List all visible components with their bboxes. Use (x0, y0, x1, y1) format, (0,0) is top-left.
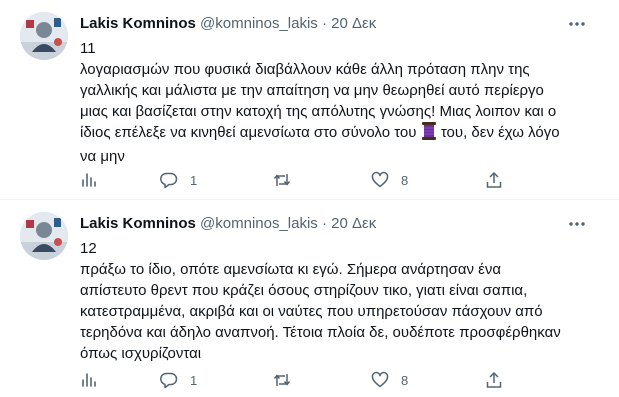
reply-count: 1 (190, 172, 198, 188)
tweet-text-line: ίδιος επέλεξε να κινηθεί αμενσίωτα στο σ… (80, 122, 580, 146)
tweet-text: 11 λογαριασμών που φυσικά διαβάλλουν κάθ… (80, 38, 580, 167)
tweet-header: Lakis Komninos @komninos_lakis · 20 Δεκ (80, 214, 579, 234)
share-button[interactable] (485, 370, 503, 390)
tweet-text-line: 11 (80, 40, 96, 57)
tweet-text-line: πράξω το ίδιο, οπότε αμενσίωτα κι εγώ. Σ… (80, 261, 502, 278)
like-icon (371, 171, 389, 188)
analytics-button[interactable] (80, 170, 98, 190)
reply-count: 1 (190, 372, 198, 388)
avatar[interactable] (20, 12, 68, 60)
reply-icon (160, 372, 178, 389)
tweet-text-line: όπως ισχυρίζονται (80, 345, 202, 362)
tweet-actions: 1 8 (80, 370, 510, 390)
tweet-header: Lakis Komninos @komninos_lakis · 20 Δεκ (80, 14, 579, 34)
more-icon[interactable] (567, 14, 587, 34)
reply-button[interactable]: 1 (160, 170, 197, 190)
share-button[interactable] (485, 170, 503, 190)
user-handle[interactable]: @komninos_lakis (200, 15, 318, 32)
tweet[interactable]: Lakis Komninos @komninos_lakis · 20 Δεκ … (0, 0, 619, 200)
analytics-icon (82, 373, 96, 387)
tweet-actions: 1 8 (80, 170, 510, 190)
like-icon (371, 371, 389, 388)
more-icon[interactable] (567, 214, 587, 234)
user-handle[interactable]: @komninos_lakis (200, 215, 318, 232)
tweet-text-line: γαλλικής και μάλιστα με την απαίτηση να … (80, 82, 544, 99)
avatar[interactable] (20, 212, 68, 260)
reply-icon (160, 172, 178, 189)
retweet-icon (273, 174, 291, 186)
display-name[interactable]: Lakis Komninos (80, 215, 196, 232)
tweet-text-line: απίστευτο θρεντ που κράζει όσους στηρίζο… (80, 282, 528, 299)
like-count: 8 (401, 372, 409, 388)
tweet-text-segment: του, δεν έχω λόγο (440, 124, 560, 141)
reply-button[interactable]: 1 (160, 370, 197, 390)
analytics-button[interactable] (80, 370, 98, 390)
retweet-button[interactable] (273, 370, 303, 390)
tweet-timestamp[interactable]: 20 Δεκ (331, 15, 376, 32)
retweet-button[interactable] (273, 170, 303, 190)
like-button[interactable]: 8 (371, 170, 408, 190)
display-name[interactable]: Lakis Komninos (80, 15, 196, 32)
separator-dot: · (321, 15, 327, 32)
tweet-text-line: λογαριασμών που φυσικά διαβάλλουν κάθε ά… (80, 61, 530, 78)
share-icon (486, 371, 502, 388)
analytics-icon (82, 173, 96, 187)
like-count: 8 (401, 172, 409, 188)
separator-dot: · (321, 215, 327, 232)
share-icon (486, 171, 502, 188)
tweet-text-line: κατεστραμμένα, ακριβά και οι ναύτες που … (80, 303, 543, 320)
like-button[interactable]: 8 (371, 370, 408, 390)
tweet-text-segment: ίδιος επέλεξε να κινηθεί αμενσίωτα στο σ… (80, 124, 417, 141)
tweet-text: 12 πράξω το ίδιο, οπότε αμενσίωτα κι εγώ… (80, 238, 580, 364)
tweet-timestamp[interactable]: 20 Δεκ (331, 215, 376, 232)
tweet-text-line: 12 (80, 240, 97, 257)
spool-of-thread-icon (421, 122, 437, 146)
retweet-icon (273, 374, 291, 386)
tweet-text-line: τερηδόνα και άδηλο αναπνοή. Τέτοια πλοία… (80, 324, 561, 341)
tweet[interactable]: Lakis Komninos @komninos_lakis · 20 Δεκ … (0, 200, 619, 397)
tweet-text-line: μιας και βασίζεται στην κατοχή της απόλυ… (80, 103, 557, 120)
tweet-text-line: να μην (80, 148, 125, 165)
